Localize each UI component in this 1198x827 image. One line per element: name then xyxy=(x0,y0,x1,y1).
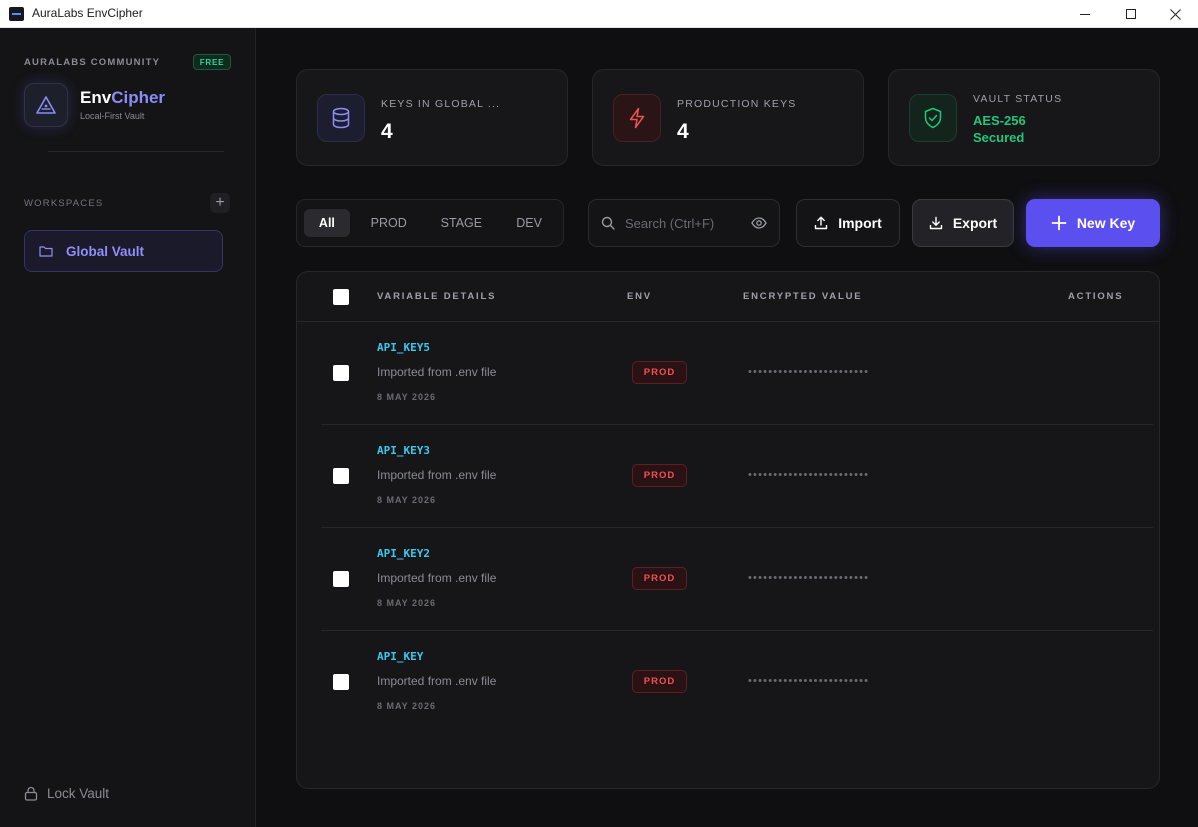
logo-icon xyxy=(36,96,56,114)
download-icon xyxy=(929,216,943,230)
table-row: API_KEY2 Imported from .env file 8 MAY 2… xyxy=(297,528,1159,631)
search-box xyxy=(588,199,780,247)
table-row: API_KEY5 Imported from .env file 8 MAY 2… xyxy=(297,322,1159,425)
key-name[interactable]: API_KEY2 xyxy=(377,547,430,560)
main-content: KEYS IN GLOBAL ... 4 PRODUCTION KEYS 4 V… xyxy=(257,28,1198,827)
env-badge: PROD xyxy=(632,670,687,693)
table-row: API_KEY Imported from .env file 8 MAY 20… xyxy=(297,631,1159,734)
key-date: 8 MAY 2026 xyxy=(377,701,437,711)
search-icon xyxy=(601,216,615,230)
stat-value: 4 xyxy=(381,120,393,143)
minimize-button[interactable] xyxy=(1062,0,1108,28)
key-description: Imported from .env file xyxy=(377,468,497,482)
workspaces-label: WORKSPACES xyxy=(24,198,104,209)
brand-primary: Env xyxy=(80,88,112,107)
header-env: ENV xyxy=(627,291,652,302)
key-name[interactable]: API_KEY5 xyxy=(377,341,430,354)
stat-card-production-keys: PRODUCTION KEYS 4 xyxy=(592,69,864,166)
stat-label: VAULT STATUS xyxy=(973,93,1063,105)
row-checkbox[interactable] xyxy=(333,571,349,587)
encrypted-value: •••••••••••••••••••••••• xyxy=(748,572,870,584)
shield-check-icon xyxy=(924,107,942,129)
header-variable-details: VARIABLE DETAILS xyxy=(377,291,497,302)
tab-prod[interactable]: PROD xyxy=(350,209,428,237)
key-name[interactable]: API_KEY3 xyxy=(377,444,430,457)
community-label: AURALABS COMMUNITY xyxy=(24,57,161,68)
encrypted-value: •••••••••••••••••••••••• xyxy=(748,469,870,481)
table-row: API_KEY3 Imported from .env file 8 MAY 2… xyxy=(297,425,1159,528)
tab-dev[interactable]: DEV xyxy=(495,209,563,237)
workspace-name: Global Vault xyxy=(66,243,145,259)
vault-cipher: AES-256 xyxy=(973,113,1026,128)
row-checkbox[interactable] xyxy=(333,468,349,484)
keys-table: VARIABLE DETAILS ENV ENCRYPTED VALUE ACT… xyxy=(296,271,1160,789)
maximize-icon xyxy=(1126,9,1136,19)
database-icon xyxy=(332,107,350,129)
eye-icon[interactable] xyxy=(751,216,767,230)
row-checkbox[interactable] xyxy=(333,365,349,381)
key-description: Imported from .env file xyxy=(377,571,497,585)
maximize-button[interactable] xyxy=(1108,0,1154,28)
encrypted-value: •••••••••••••••••••••••• xyxy=(748,675,870,687)
bolt-icon xyxy=(629,107,645,129)
minimize-icon xyxy=(1080,13,1090,15)
upload-icon xyxy=(815,216,828,230)
brand-name: EnvCipher xyxy=(80,88,165,108)
folder-icon xyxy=(39,246,53,257)
add-workspace-button[interactable]: + xyxy=(210,193,230,213)
stat-icon-box xyxy=(317,94,365,142)
new-key-button[interactable]: New Key xyxy=(1026,199,1160,247)
key-date: 8 MAY 2026 xyxy=(377,598,437,608)
key-name[interactable]: API_KEY xyxy=(377,650,423,663)
import-button[interactable]: Import xyxy=(796,199,900,247)
env-badge: PROD xyxy=(632,567,687,590)
row-checkbox[interactable] xyxy=(333,674,349,690)
vault-status-text: Secured xyxy=(973,130,1025,145)
env-badge: PROD xyxy=(632,361,687,384)
sidebar: AURALABS COMMUNITY FREE EnvCipher Local-… xyxy=(0,28,256,827)
key-description: Imported from .env file xyxy=(377,365,497,379)
key-description: Imported from .env file xyxy=(377,674,497,688)
stat-label: PRODUCTION KEYS xyxy=(677,98,797,110)
import-label: Import xyxy=(838,215,882,231)
app-icon xyxy=(9,7,24,21)
lock-vault-label: Lock Vault xyxy=(47,786,110,801)
env-filter-tabs: All PROD STAGE DEV xyxy=(296,199,564,247)
workspace-item-global-vault[interactable]: Global Vault xyxy=(24,230,223,272)
key-date: 8 MAY 2026 xyxy=(377,392,437,402)
close-icon xyxy=(1169,8,1181,20)
lock-vault-button[interactable]: Lock Vault xyxy=(24,786,109,801)
env-badge: PROD xyxy=(632,464,687,487)
app-logo xyxy=(24,83,68,127)
key-date: 8 MAY 2026 xyxy=(377,495,437,505)
header-actions: ACTIONS xyxy=(1068,291,1124,302)
title-bar: AuraLabs EnvCipher xyxy=(0,0,1198,28)
plan-badge: FREE xyxy=(193,54,231,70)
select-all-checkbox[interactable] xyxy=(333,289,349,305)
tab-stage[interactable]: STAGE xyxy=(428,209,496,237)
brand-subtitle: Local-First Vault xyxy=(80,111,145,121)
table-header: VARIABLE DETAILS ENV ENCRYPTED VALUE ACT… xyxy=(297,272,1159,322)
brand-accent: Cipher xyxy=(111,88,166,107)
new-key-label: New Key xyxy=(1076,215,1136,231)
search-input[interactable] xyxy=(625,215,743,231)
close-button[interactable] xyxy=(1152,0,1198,28)
export-button[interactable]: Export xyxy=(912,199,1014,247)
plus-icon xyxy=(1051,215,1067,231)
stat-card-global-keys: KEYS IN GLOBAL ... 4 xyxy=(296,69,568,166)
tab-all[interactable]: All xyxy=(304,209,350,237)
stat-card-vault-status: VAULT STATUS AES-256 Secured xyxy=(888,69,1160,166)
stat-icon-box xyxy=(909,94,957,142)
lock-icon xyxy=(24,786,38,801)
stat-label: KEYS IN GLOBAL ... xyxy=(381,98,501,110)
stat-icon-box xyxy=(613,94,661,142)
sidebar-divider xyxy=(48,151,224,152)
encrypted-value: •••••••••••••••••••••••• xyxy=(748,366,870,378)
window-title: AuraLabs EnvCipher xyxy=(32,6,143,20)
header-encrypted-value: ENCRYPTED VALUE xyxy=(743,291,863,302)
stat-value: 4 xyxy=(677,120,689,143)
export-label: Export xyxy=(952,215,998,231)
